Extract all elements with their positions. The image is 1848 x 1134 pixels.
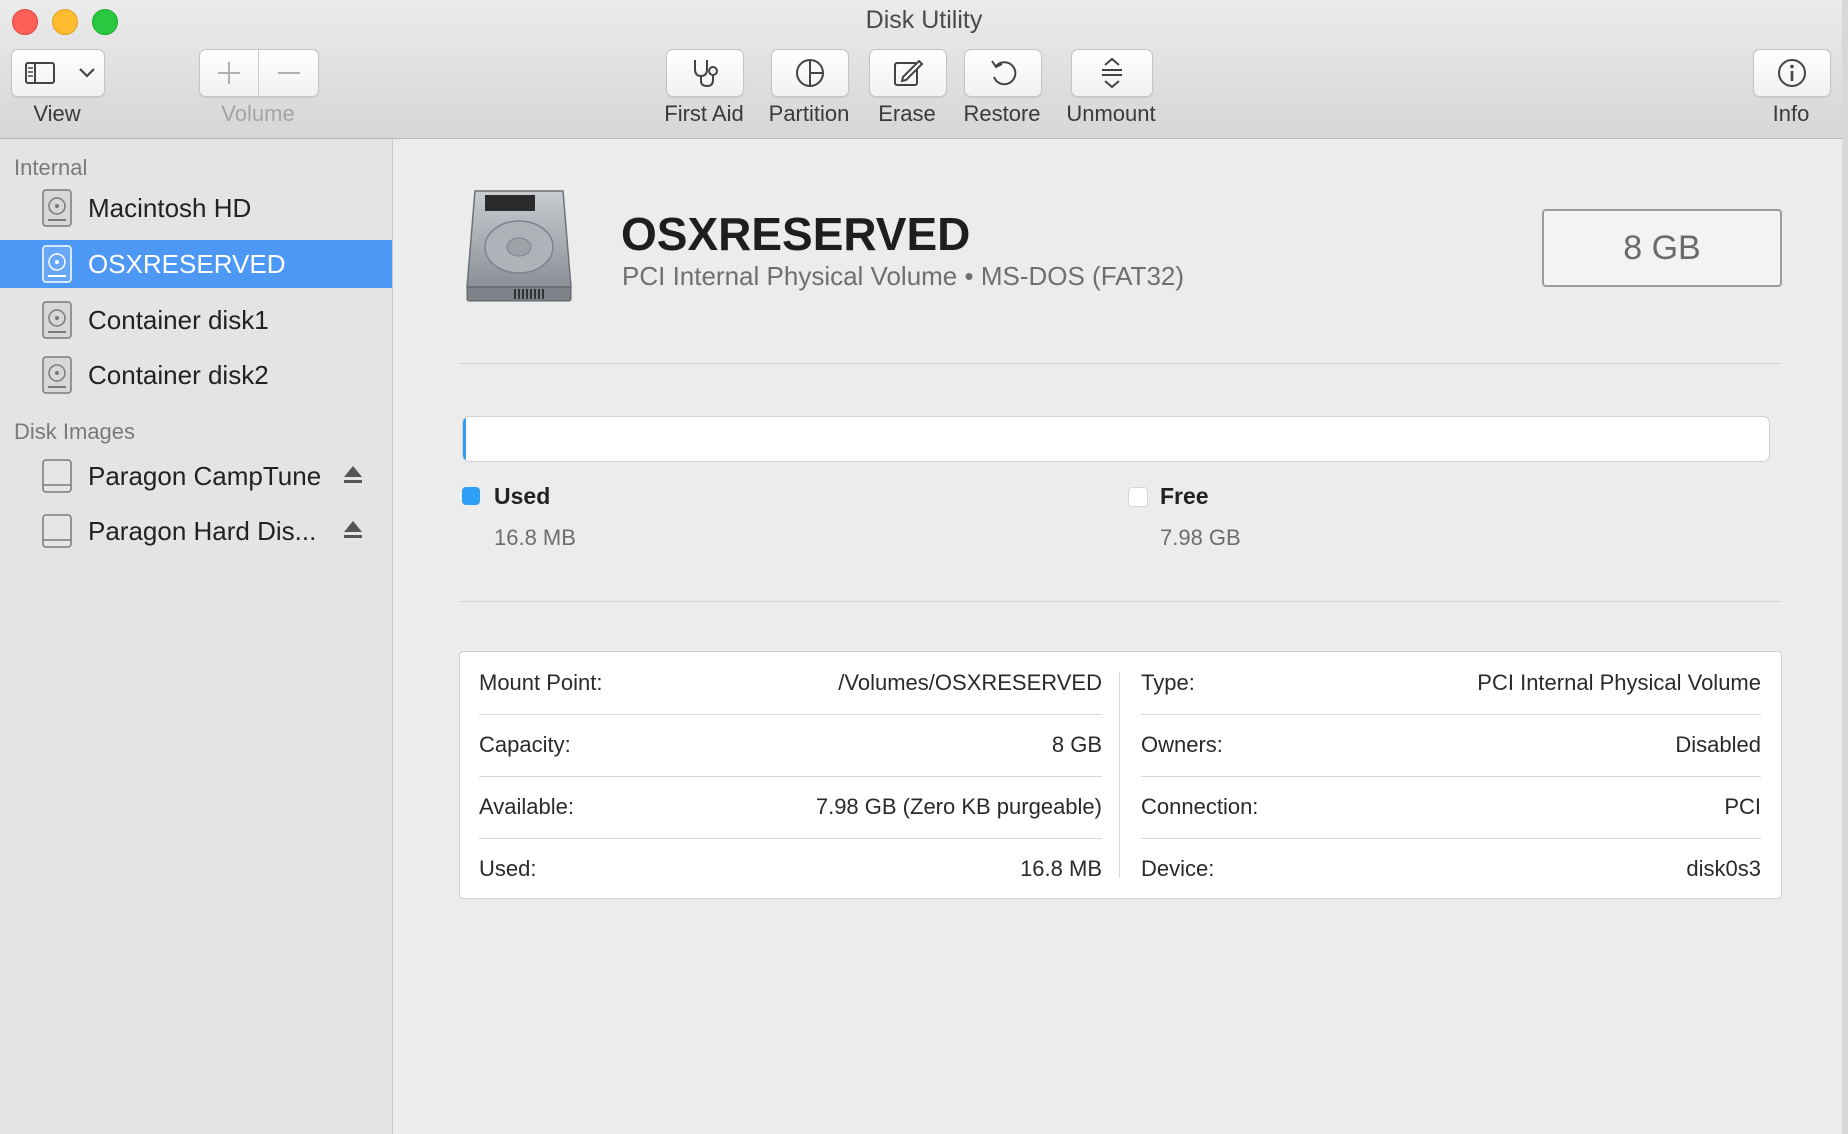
internal-disk-icon: [42, 301, 72, 339]
restore-arrow-icon: [991, 60, 1017, 86]
first-aid-label: First Aid: [664, 101, 744, 126]
remove-volume-button[interactable]: [259, 50, 318, 96]
first-aid-button[interactable]: [666, 49, 744, 97]
info-key: Used:: [479, 856, 537, 881]
free-legend-value: 7.98 GB: [1160, 525, 1241, 550]
sidebar: Internal Macintosh HD OSXRESERVED Contai…: [0, 139, 393, 1134]
disk-image-icon: [42, 514, 72, 548]
erase-button[interactable]: [869, 49, 947, 97]
restore-button[interactable]: [964, 49, 1042, 97]
info-key: Owners:: [1141, 732, 1223, 757]
info-value: PCI: [1724, 794, 1761, 819]
info-key: Type:: [1141, 670, 1195, 695]
info-value: Disabled: [1675, 732, 1761, 757]
volume-description: PCI Internal Physical Volume • MS-DOS (F…: [622, 261, 1185, 291]
info-icon: [1778, 59, 1806, 87]
info-value: /Volumes/OSXRESERVED: [838, 670, 1102, 695]
eject-icon[interactable]: [343, 519, 363, 541]
used-legend-label: Used: [494, 483, 551, 509]
unmount-icon: [1102, 57, 1122, 89]
used-legend-value: 16.8 MB: [494, 525, 576, 550]
view-label: View: [33, 101, 81, 126]
unmount-button[interactable]: [1071, 49, 1153, 97]
sidebar-header-disk-images: Disk Images: [14, 419, 136, 444]
info-row-device: Device: disk0s3: [1141, 838, 1761, 900]
volume-info-table: Mount Point: /Volumes/OSXRESERVED Capaci…: [459, 651, 1782, 899]
sidebar-item-container-disk1[interactable]: Container disk1: [0, 296, 392, 344]
sidebar-item-label: Paragon Hard Dis...: [88, 515, 317, 546]
sidebar-header-internal: Internal: [14, 155, 88, 180]
info-row-mount-point: Mount Point: /Volumes/OSXRESERVED: [479, 652, 1102, 715]
detail-pane: OSXRESERVED PCI Internal Physical Volume…: [393, 139, 1848, 1134]
sidebar-item-paragon-camptune[interactable]: Paragon CampTune: [0, 452, 392, 500]
internal-disk-icon: [42, 189, 72, 227]
window-title: Disk Utility: [865, 6, 983, 34]
stethoscope-icon: [694, 60, 718, 88]
toolbar: Disk Utility View Volume First Aid Parti…: [0, 0, 1848, 139]
sidebar-item-container-disk2[interactable]: Container disk2: [0, 351, 392, 399]
volume-segment: [199, 49, 319, 97]
info-label: Info: [1772, 101, 1810, 126]
capacity-badge: 8 GB: [1542, 209, 1782, 287]
unmount-label: Unmount: [1066, 101, 1156, 126]
disk-utility-window: Disk Utility View Volume First Aid Parti…: [0, 0, 1848, 1134]
internal-disk-icon: [42, 356, 72, 394]
volume-label: Volume: [221, 101, 295, 126]
eject-icon[interactable]: [343, 464, 363, 486]
erase-label: Erase: [878, 101, 936, 126]
restore-label: Restore: [963, 101, 1041, 126]
column-divider: [1119, 672, 1120, 878]
info-row-owners: Owners: Disabled: [1141, 714, 1761, 777]
partition-label: Partition: [768, 101, 850, 126]
sidebar-item-label: Container disk2: [88, 359, 269, 390]
info-value: disk0s3: [1686, 856, 1761, 881]
info-key: Available:: [479, 794, 574, 819]
info-key: Mount Point:: [479, 670, 603, 695]
free-legend-label: Free: [1160, 483, 1209, 509]
info-row-used: Used: 16.8 MB: [479, 838, 1102, 900]
divider: [459, 601, 1782, 602]
disk-image-icon: [42, 459, 72, 493]
info-value: 16.8 MB: [1020, 856, 1102, 881]
info-row-capacity: Capacity: 8 GB: [479, 714, 1102, 777]
info-key: Device:: [1141, 856, 1215, 881]
internal-disk-icon: [42, 245, 72, 283]
window-edge: [1842, 0, 1848, 1134]
sidebar-item-label: Container disk1: [88, 304, 269, 335]
info-key: Capacity:: [479, 732, 571, 757]
sidebar-item-label: Macintosh HD: [88, 192, 252, 223]
sidebar-item-paragon-hard-disk[interactable]: Paragon Hard Dis...: [0, 507, 392, 555]
hard-drive-icon: [466, 190, 572, 302]
sidebar-toggle-icon: [25, 62, 55, 84]
divider: [459, 363, 1782, 364]
sidebar-item-label: OSXRESERVED: [88, 248, 286, 279]
free-swatch: [1128, 487, 1148, 507]
volume-name: OSXRESERVED: [621, 208, 971, 260]
info-value: 7.98 GB (Zero KB purgeable): [815, 794, 1102, 819]
pie-partition-icon: [796, 59, 824, 87]
plus-icon: [218, 62, 240, 84]
view-button[interactable]: [11, 49, 105, 97]
info-row-connection: Connection: PCI: [1141, 776, 1761, 839]
usage-bar-used-fill: [463, 417, 466, 461]
add-volume-button[interactable]: [200, 50, 258, 96]
usage-bar: [462, 416, 1770, 462]
info-value: PCI Internal Physical Volume: [1477, 670, 1761, 695]
info-row-available: Available: 7.98 GB (Zero KB purgeable): [479, 776, 1102, 839]
erase-pencil-icon: [894, 59, 924, 86]
partition-button[interactable]: [771, 49, 849, 97]
used-swatch: [462, 487, 480, 505]
info-button[interactable]: [1753, 49, 1831, 97]
chevron-down-icon: [79, 68, 95, 78]
minus-icon: [277, 72, 300, 74]
info-row-type: Type: PCI Internal Physical Volume: [1141, 652, 1761, 715]
sidebar-item-macintosh-hd[interactable]: Macintosh HD: [0, 184, 392, 232]
info-value: 8 GB: [1051, 732, 1102, 757]
info-key: Connection:: [1141, 794, 1259, 819]
sidebar-item-osxreserved[interactable]: OSXRESERVED: [0, 240, 392, 288]
sidebar-item-label: Paragon CampTune: [88, 460, 322, 491]
